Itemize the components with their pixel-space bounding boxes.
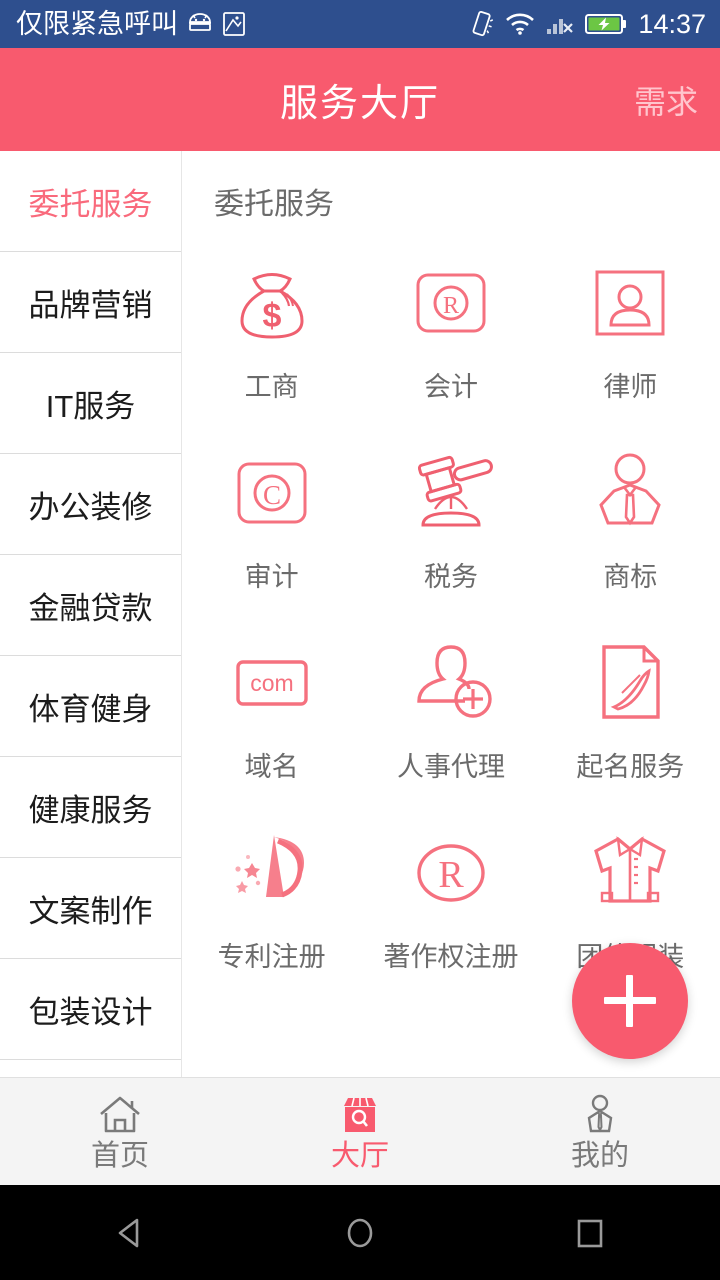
- svg-text:C: C: [263, 480, 281, 510]
- comet-star-icon: [222, 825, 322, 921]
- sidebar-item-pinpaiyingxiao[interactable]: 品牌营销: [0, 252, 181, 353]
- status-bar-left: 仅限紧急呼叫: [16, 8, 246, 39]
- bottom-navigation: 首页 大厅 我的: [0, 1077, 720, 1185]
- shop-search-icon: [337, 1092, 383, 1136]
- back-triangle-icon[interactable]: [90, 1203, 170, 1263]
- money-bag-icon: $: [222, 255, 322, 351]
- svg-text:R: R: [443, 293, 459, 319]
- category-sidebar[interactable]: 委托服务 品牌营销 IT服务 办公装修 金融贷款 体育健身 健康服务 文案制作 …: [0, 151, 182, 1077]
- service-label: 税务: [423, 562, 478, 592]
- person-square-icon: [580, 255, 680, 351]
- svg-text:$: $: [262, 297, 281, 335]
- service-label: 律师: [603, 372, 658, 402]
- nav-item-profile[interactable]: 我的: [480, 1078, 720, 1185]
- service-item-lvshi[interactable]: 律师: [541, 249, 720, 429]
- user-profile-icon: [577, 1092, 623, 1136]
- service-label: 会计: [423, 372, 478, 402]
- recents-square-icon[interactable]: [550, 1203, 630, 1263]
- sidebar-item-baozhuangsheji[interactable]: 包装设计: [0, 959, 181, 1060]
- nav-label: 我的: [570, 1140, 629, 1172]
- service-item-shenji[interactable]: C 审计: [182, 439, 361, 619]
- nav-item-home[interactable]: 首页: [0, 1078, 240, 1185]
- demand-button[interactable]: 需求: [634, 77, 698, 123]
- service-item-gongshang[interactable]: $ 工商: [182, 249, 361, 429]
- service-label: 起名服务: [576, 752, 685, 782]
- service-label: 工商: [244, 372, 299, 402]
- registered-circle-icon: R: [401, 825, 501, 921]
- service-item-qimingfuwu[interactable]: 起名服务: [541, 629, 720, 809]
- service-item-shangbiao[interactable]: 商标: [541, 439, 720, 619]
- section-title: 委托服务: [214, 188, 334, 221]
- service-label: 著作权注册: [383, 942, 519, 972]
- sidebar-item-wenanzhizuo[interactable]: 文案制作: [0, 858, 181, 959]
- battery-charging-icon: [585, 14, 627, 34]
- sidebar-item-itfuwu[interactable]: IT服务: [0, 353, 181, 454]
- plus-icon: [604, 975, 656, 1027]
- service-label: 人事代理: [396, 752, 505, 782]
- add-button[interactable]: [572, 943, 688, 1059]
- carrier-label: 仅限紧急呼叫: [16, 8, 178, 39]
- app-root: 仅限紧急呼叫 14:37 服务大厅 需求 委托服务 品牌营销 IT服务 办公装修…: [0, 0, 720, 1280]
- signal-no-service-icon: [547, 19, 574, 34]
- businessman-tie-icon: [580, 445, 680, 541]
- nav-item-hall[interactable]: 大厅: [240, 1078, 480, 1185]
- registered-rounded-square-icon: R: [401, 255, 501, 351]
- android-system-nav: [0, 1185, 720, 1280]
- service-item-yuming[interactable]: com 域名: [182, 629, 361, 809]
- body-area: 委托服务 品牌营销 IT服务 办公装修 金融贷款 体育健身 健康服务 文案制作 …: [0, 151, 720, 1077]
- service-item-zhuzuoquanzhuce[interactable]: R 著作权注册: [361, 819, 540, 999]
- service-label: 专利注册: [217, 942, 326, 972]
- status-bar-right: 14:37: [472, 8, 706, 39]
- sidebar-item-jiankangfuwu[interactable]: 健康服务: [0, 757, 181, 858]
- home-circle-icon[interactable]: [320, 1203, 400, 1263]
- app-header: 服务大厅 需求: [0, 48, 720, 151]
- svg-text:com: com: [250, 670, 293, 696]
- service-label: 域名: [244, 752, 299, 782]
- service-item-kuaiji[interactable]: R 会计: [361, 249, 540, 429]
- svg-text:R: R: [438, 854, 464, 896]
- sidebar-item-weituofuwu[interactable]: 委托服务: [0, 151, 181, 252]
- screenshot-icon: [223, 12, 245, 36]
- service-label: 商标: [603, 562, 658, 592]
- gavel-icon: [401, 445, 501, 541]
- status-bar: 仅限紧急呼叫 14:37: [0, 0, 720, 48]
- service-label: 审计: [244, 562, 299, 592]
- sidebar-item-jinrongdaikuan[interactable]: 金融贷款: [0, 555, 181, 656]
- copyright-rounded-square-icon: C: [222, 445, 322, 541]
- jacket-icon: [580, 825, 680, 921]
- nav-label: 首页: [90, 1140, 149, 1172]
- service-content: 委托服务 $ 工商 R 会计 律师 C 审计 税务 商标 com 域名 人事代理…: [182, 151, 720, 1077]
- vibrate-icon: [472, 11, 494, 37]
- service-item-renshidaili[interactable]: 人事代理: [361, 629, 540, 809]
- sidebar-item-bangongzhuangxiu[interactable]: 办公装修: [0, 454, 181, 555]
- android-icon: [189, 13, 211, 31]
- person-add-icon: [401, 635, 501, 731]
- service-item-zhuanlizhuce[interactable]: 专利注册: [182, 819, 361, 999]
- home-icon: [97, 1092, 143, 1136]
- com-box-icon: com: [222, 635, 322, 731]
- page-title: 服务大厅: [279, 83, 440, 125]
- clock-label: 14:37: [638, 8, 706, 39]
- service-item-shuiwu[interactable]: 税务: [361, 439, 540, 619]
- service-grid: $ 工商 R 会计 律师 C 审计 税务 商标 com 域名 人事代理 起名服务…: [182, 249, 720, 999]
- sidebar-item-tiyujianshen[interactable]: 体育健身: [0, 656, 181, 757]
- nav-label: 大厅: [330, 1140, 389, 1172]
- document-pen-icon: [580, 635, 680, 731]
- wifi-icon: [506, 13, 535, 35]
